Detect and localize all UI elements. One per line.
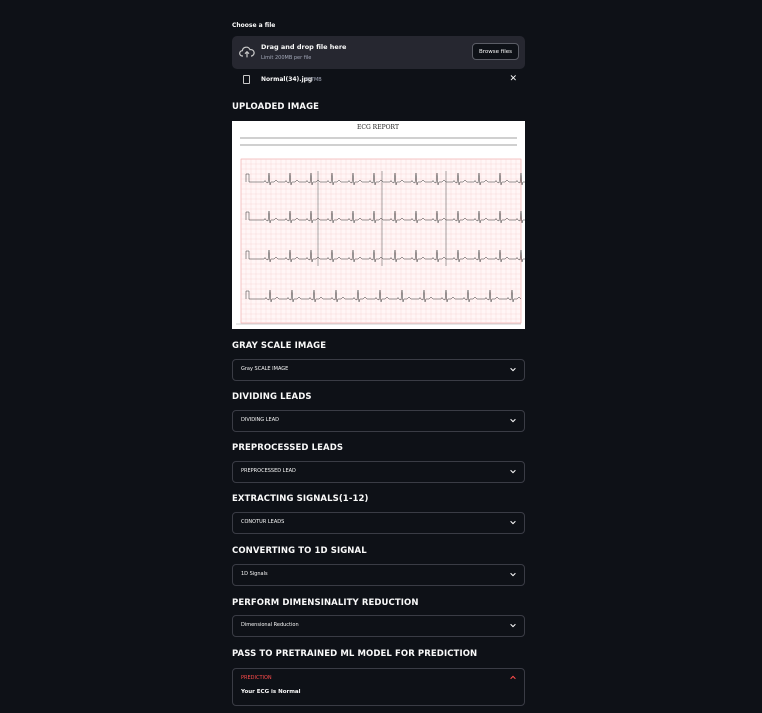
prediction-expander[interactable]: PREDICTION Your ECG is Normal bbox=[232, 668, 525, 706]
expander-label: Dimensional Reduction bbox=[241, 622, 299, 628]
close-icon[interactable]: ✕ bbox=[509, 74, 517, 84]
chevron-down-icon bbox=[510, 367, 516, 372]
file-dropzone[interactable]: Drag and drop file here Limit 200MB per … bbox=[232, 36, 525, 69]
dimensionality-reduction-heading: PERFORM DIMENSINALITY REDUCTION bbox=[232, 598, 419, 608]
chevron-down-icon bbox=[510, 572, 516, 577]
file-icon bbox=[243, 75, 250, 84]
dividing-lead-expander[interactable]: DIVIDING LEAD bbox=[232, 410, 525, 432]
preprocessed-lead-expander[interactable]: PREPROCESSED LEAD bbox=[232, 461, 525, 483]
ecg-report-title: ECG REPORT bbox=[357, 124, 399, 131]
chevron-down-icon bbox=[510, 623, 516, 628]
uploaded-image-heading: UPLOADED IMAGE bbox=[232, 102, 320, 112]
expander-label: PREPROCESSED LEAD bbox=[241, 468, 296, 474]
converting-signal-heading: CONVERTING TO 1D SIGNAL bbox=[232, 546, 367, 556]
expander-label: DIVIDING LEAD bbox=[241, 417, 279, 423]
dividing-leads-heading: DIVIDING LEADS bbox=[232, 392, 312, 402]
preprocessed-leads-heading: PREPROCESSED LEADS bbox=[232, 443, 344, 453]
uploaded-file-size: 0.7MB bbox=[306, 76, 322, 83]
prediction-result: Your ECG is Normal bbox=[241, 689, 301, 695]
cloud-upload-icon bbox=[239, 46, 255, 58]
uploaded-file-row: Normal(34).jpg 0.7MB ✕ bbox=[232, 73, 525, 87]
contour-leads-expander[interactable]: CONOTUR LEADS bbox=[232, 512, 525, 534]
chevron-down-icon bbox=[510, 520, 516, 525]
uploaded-file-name: Normal(34).jpg bbox=[261, 76, 313, 83]
gray-scale-heading: GRAY SCALE IMAGE bbox=[232, 341, 327, 351]
ecg-report-drawing: ECG REPORT bbox=[236, 124, 531, 325]
expander-label: Gray SCALE IMAGE bbox=[241, 366, 289, 372]
ecg-image: ECG REPORT bbox=[232, 121, 531, 329]
1d-signals-expander[interactable]: 1D Signals bbox=[232, 564, 525, 586]
extracting-signals-heading: EXTRACTING SIGNALS(1-12) bbox=[232, 494, 369, 504]
dimensional-reduction-expander[interactable]: Dimensional Reduction bbox=[232, 615, 525, 637]
expander-label: 1D Signals bbox=[241, 571, 268, 577]
chevron-down-icon bbox=[510, 418, 516, 423]
dropzone-limit: Limit 200MB per file bbox=[261, 55, 312, 61]
browse-files-button[interactable]: Browse files bbox=[471, 43, 519, 60]
dropzone-instructions: Drag and drop file here bbox=[261, 43, 347, 51]
gray-scale-expander[interactable]: Gray SCALE IMAGE bbox=[232, 359, 525, 381]
expander-label: PREDICTION bbox=[241, 675, 272, 681]
file-uploader-label: Choose a file bbox=[232, 22, 276, 29]
prediction-heading: PASS TO PRETRAINED ML MODEL FOR PREDICTI… bbox=[232, 649, 478, 659]
expander-label: CONOTUR LEADS bbox=[241, 519, 285, 525]
chevron-up-icon bbox=[510, 675, 516, 680]
chevron-down-icon bbox=[510, 469, 516, 474]
